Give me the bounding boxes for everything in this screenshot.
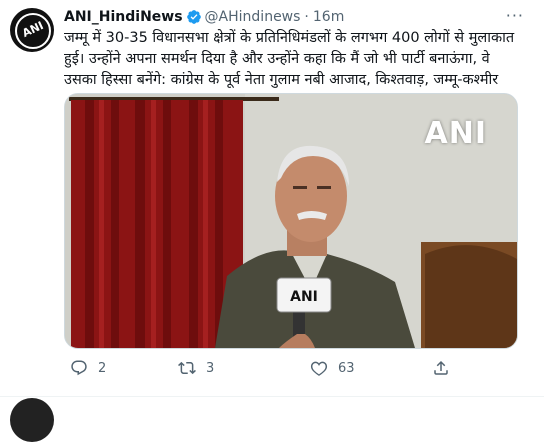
author-handle[interactable]: @AHindinews: [205, 9, 301, 25]
tweet-media-image[interactable]: ANI ANI: [64, 93, 518, 349]
reply-count: 2: [98, 360, 107, 376]
header-separator: ·: [304, 9, 309, 25]
next-tweet-avatar[interactable]: [10, 398, 54, 442]
more-options-icon[interactable]: ···: [506, 6, 524, 25]
retweet-button[interactable]: 3: [178, 354, 214, 382]
reply-button[interactable]: 2: [70, 354, 106, 382]
tweet-timestamp[interactable]: 16m: [313, 9, 344, 25]
author-avatar[interactable]: ANI: [10, 8, 54, 52]
tweet-actions: 2 3 63: [64, 354, 516, 382]
like-button[interactable]: 63: [310, 354, 355, 382]
tweet-header: ANI_HindiNews @AHindinews · 16m: [64, 7, 344, 27]
heart-icon: [310, 361, 328, 376]
mic-logo-text: ANI: [290, 289, 318, 305]
tweet-divider: [0, 396, 544, 397]
author-name[interactable]: ANI_HindiNews: [64, 9, 183, 25]
retweet-count: 3: [206, 360, 215, 376]
reply-icon: [71, 360, 87, 376]
verified-badge-icon: [186, 10, 201, 24]
tweet[interactable]: ANI ANI_HindiNews @AHindinews · 16m ··· …: [0, 0, 544, 442]
share-button[interactable]: [432, 354, 460, 382]
share-icon: [434, 360, 448, 375]
media-watermark: ANI: [424, 116, 487, 151]
like-count: 63: [338, 360, 355, 376]
retweet-icon: [178, 361, 196, 375]
tweet-text: जम्मू में 30-35 विधानसभा क्षेत्रों के प्…: [64, 30, 515, 88]
